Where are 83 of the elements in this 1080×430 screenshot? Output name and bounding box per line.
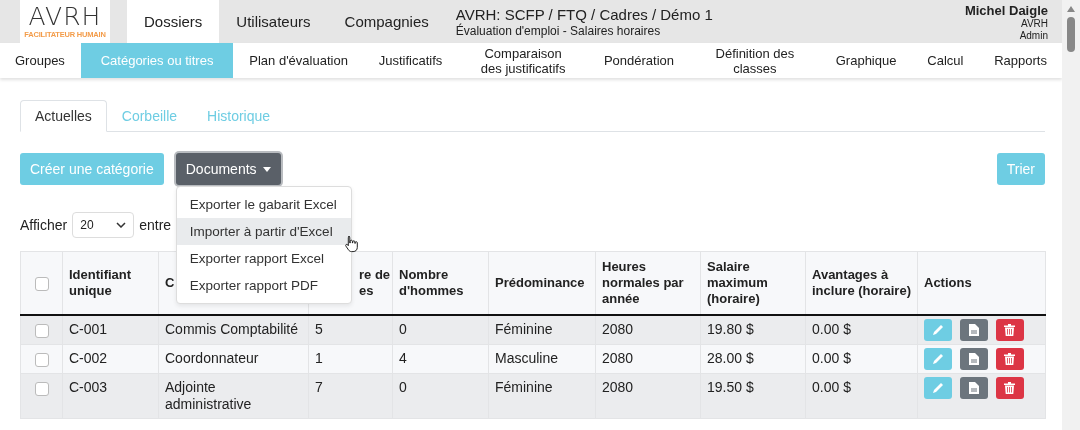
document-button[interactable] (959, 319, 988, 341)
document-icon (968, 382, 979, 394)
page-length-select[interactable]: 20 (72, 212, 135, 238)
edit-button[interactable] (924, 377, 952, 399)
table-cell: 2080 (595, 315, 701, 345)
nav-tab[interactable]: Compagnies (327, 0, 446, 43)
table-cell: C-001 (62, 315, 159, 345)
user-name: Michel Daigle (964, 3, 1048, 18)
table-cell: Féminine (488, 373, 596, 419)
document-icon (968, 324, 979, 336)
table-cell: 19.50 $ (700, 373, 806, 419)
pencil-icon (932, 353, 944, 365)
section-tab[interactable]: Groupes (0, 43, 80, 78)
column-header: Salaire maximum (horaire) (700, 251, 806, 315)
section-tab[interactable]: Calcul (912, 43, 979, 78)
section-tab[interactable]: Justificatifs (363, 43, 458, 78)
entries-label: entre (139, 217, 172, 233)
caret-icon (262, 166, 271, 172)
table-cell: C-003 (62, 373, 159, 419)
menu-item[interactable]: Exporter le gabarit Excel (176, 191, 351, 218)
nav-tab[interactable]: Utilisateurs (219, 0, 328, 43)
table-cell: 5 (308, 315, 393, 345)
table-cell: 0.00 $ (805, 373, 918, 419)
section-tab[interactable]: Définition des classes (689, 43, 820, 78)
table-cell: 19.80 $ (700, 315, 806, 345)
column-header: Prédominance (488, 251, 596, 315)
trash-icon (1004, 324, 1016, 336)
document-button[interactable] (959, 348, 988, 370)
column-header: Identifiant unique (62, 251, 159, 315)
column-header: Actions (917, 251, 1046, 315)
table-cell: 28.00 $ (700, 344, 806, 374)
row-checkbox[interactable] (34, 324, 49, 339)
scrollbar-thumb[interactable] (1067, 17, 1075, 52)
table-cell: 0.00 $ (805, 315, 918, 345)
scroll-up-icon[interactable] (1066, 5, 1076, 13)
section-tab[interactable]: Pondération (588, 43, 690, 78)
row-checkbox[interactable] (34, 353, 49, 368)
document-icon (968, 353, 979, 365)
pencil-icon (932, 324, 944, 336)
table-cell: 4 (392, 344, 489, 374)
trash-icon (1004, 382, 1016, 394)
section-tab[interactable]: Graphique (820, 43, 912, 78)
trash-icon (1004, 353, 1016, 365)
edit-button[interactable] (924, 348, 952, 370)
select-all-checkbox[interactable] (34, 276, 49, 291)
table-cell: 7 (308, 373, 393, 419)
delete-button[interactable] (995, 377, 1024, 399)
nav-tab[interactable]: Dossiers (127, 0, 220, 43)
project-path: AVRH: SCFP / FTQ / Cadres / Démo 1 (455, 5, 713, 23)
section-tab[interactable]: Comparaison des justificatifs (458, 43, 589, 78)
pencil-icon (932, 382, 944, 394)
documents-button[interactable]: Documents (175, 153, 281, 185)
show-label: Afficher (20, 217, 68, 233)
delete-button[interactable] (995, 348, 1024, 370)
menu-item[interactable]: Importer à partir d'Excel (176, 218, 351, 245)
table-cell: Féminine (488, 315, 596, 345)
table-cell: 0.00 $ (805, 344, 918, 374)
table-cell: Coordonnateur (158, 344, 309, 374)
column-header: Avantages à inclure (horaire) (805, 251, 918, 315)
tab[interactable]: Actuelles (20, 100, 107, 132)
row-checkbox[interactable] (34, 382, 49, 397)
user-role: Admin (1019, 30, 1048, 42)
table-cell: Masculine (488, 344, 596, 374)
table-cell: Commis Comptabilité (158, 315, 309, 345)
table-cell: C-002 (62, 344, 159, 374)
table-cell: 1 (308, 344, 393, 374)
logo-text: AVRH (28, 4, 102, 30)
table-cell: 0 (392, 315, 489, 345)
edit-button[interactable] (924, 319, 952, 341)
document-button[interactable] (959, 377, 988, 399)
scrollbar[interactable] (1062, 0, 1080, 430)
section-tab[interactable]: Rapports (979, 43, 1062, 78)
chevron-down-icon (116, 222, 127, 228)
delete-button[interactable] (995, 319, 1024, 341)
table-cell: Adjointe administrative (158, 373, 309, 419)
project-subtitle: Évaluation d'emploi - Salaires horaires (455, 23, 662, 38)
table-cell: 2080 (595, 373, 701, 419)
column-header: Heures normales par année (595, 251, 701, 315)
table-cell: 2080 (595, 344, 701, 374)
column-header: Nombre d'hommes (392, 251, 489, 315)
table-cell: 0 (392, 373, 489, 419)
section-tab[interactable]: Plan d'évaluation (234, 43, 363, 78)
user-company: AVRH (1020, 18, 1048, 30)
